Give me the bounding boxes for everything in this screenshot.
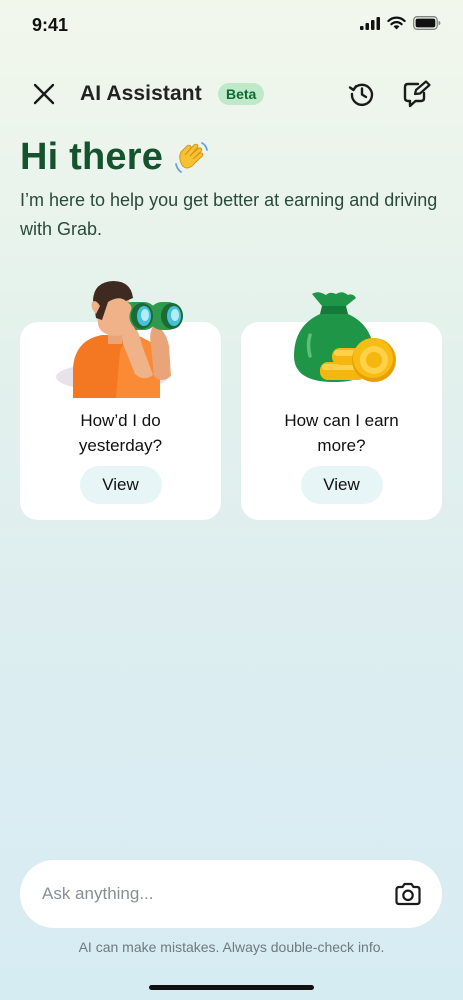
card-title: How can I earn more? (284, 411, 399, 455)
new-chat-button[interactable] (401, 78, 433, 110)
page-title: AI Assistant (80, 82, 202, 105)
battery-icon (413, 16, 441, 30)
money-bag-coins-illustration (294, 292, 396, 382)
new-chat-icon (403, 80, 431, 108)
view-button[interactable]: View (79, 466, 162, 504)
wifi-icon (387, 16, 406, 30)
home-indicator (149, 985, 314, 990)
binoculars-person-illustration (56, 281, 183, 398)
greeting-subtitle: I’m here to help you get better at earni… (20, 190, 438, 239)
card-title: How’d I do yesterday? (78, 411, 163, 455)
header: AI Assistant Beta (0, 76, 463, 112)
ask-input-bar (20, 860, 442, 928)
camera-button[interactable] (394, 880, 422, 908)
beta-badge: Beta (218, 83, 265, 105)
history-button[interactable] (346, 78, 378, 110)
status-bar: 9:41 (0, 0, 463, 50)
greeting: Hi there (20, 136, 213, 179)
camera-icon (395, 882, 421, 906)
waving-hand-icon (175, 141, 208, 173)
greeting-title: Hi there (20, 136, 164, 178)
status-icons (360, 16, 441, 30)
status-time: 9:41 (32, 15, 69, 35)
view-button[interactable]: View (300, 466, 383, 504)
disclaimer-text: AI can make mistakes. Always double-chec… (78, 939, 385, 955)
ask-input[interactable] (42, 860, 382, 928)
history-icon (348, 83, 374, 106)
close-button[interactable] (28, 78, 60, 110)
cellular-signal-icon (360, 16, 380, 30)
close-icon (33, 83, 55, 105)
